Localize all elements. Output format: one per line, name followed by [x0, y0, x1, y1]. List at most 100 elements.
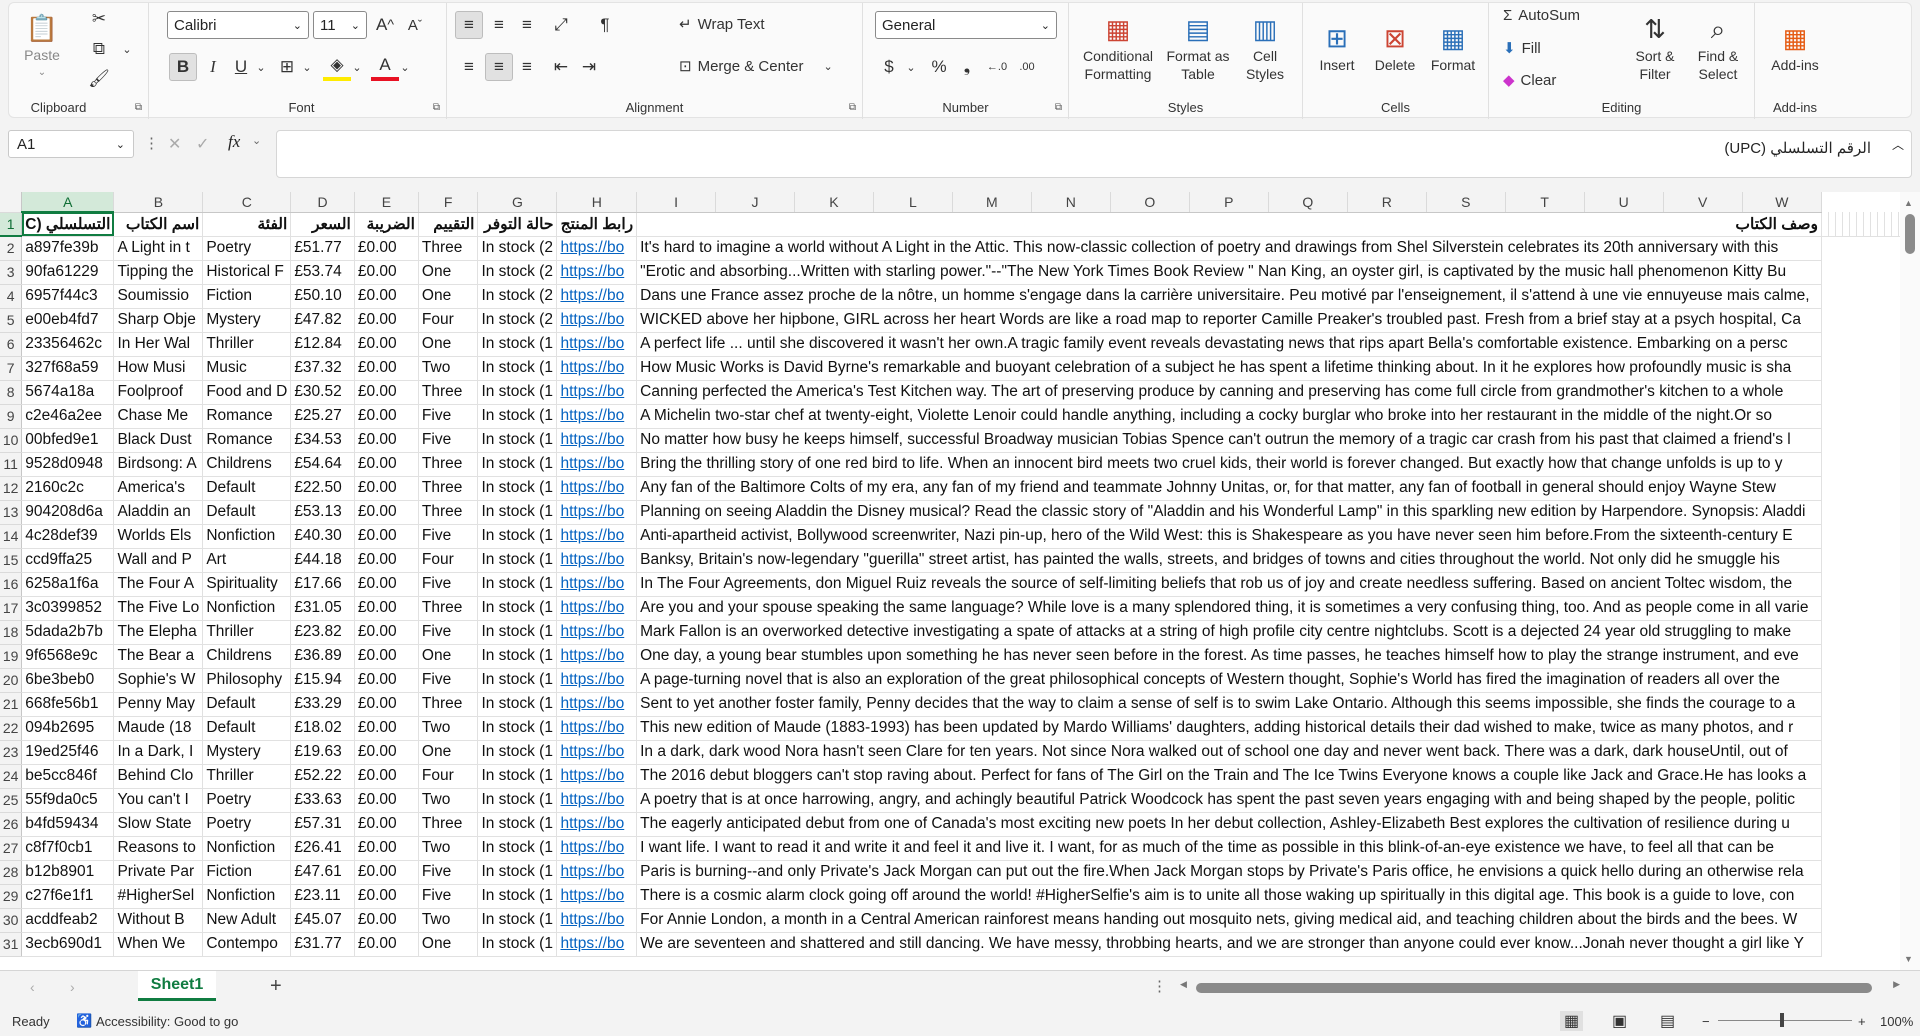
row-header[interactable]: 3	[0, 260, 23, 285]
cell-g13[interactable]: In stock (1	[477, 500, 558, 525]
cell-c30[interactable]: New Adult	[202, 908, 292, 933]
cell-f31[interactable]: One	[418, 932, 479, 957]
cell-c16[interactable]: Spirituality	[202, 572, 292, 597]
cell-f12[interactable]: Three	[418, 476, 479, 501]
cell-c18[interactable]: Thriller	[202, 620, 292, 645]
cell-m1[interactable]	[1842, 212, 1850, 237]
cell-g12[interactable]: In stock (1	[477, 476, 558, 501]
cell-b16[interactable]: The Four A	[113, 572, 204, 597]
cell-b31[interactable]: When We	[113, 932, 204, 957]
cell-i24[interactable]: The 2016 debut bloggers can't stop ravin…	[636, 764, 1822, 789]
row-header[interactable]: 31	[0, 932, 23, 957]
row-header[interactable]: 5	[0, 308, 23, 333]
cell-i31[interactable]: We are seventeen and shattered and still…	[636, 932, 1822, 957]
cell-styles-button[interactable]: ▥ Cell Styles	[1235, 7, 1295, 89]
cell-c26[interactable]: Poetry	[202, 812, 292, 837]
cell-d5[interactable]: £47.82	[290, 308, 355, 333]
cell-h6[interactable]: https://bo	[556, 332, 638, 357]
percent-icon[interactable]: %	[925, 53, 953, 81]
cell-d7[interactable]: £37.32	[290, 356, 355, 381]
cell-e10[interactable]: £0.00	[354, 428, 419, 453]
cell-c4[interactable]: Fiction	[202, 284, 292, 309]
cell-i16[interactable]: In The Four Agreements, don Miguel Ruiz …	[636, 572, 1822, 597]
cell-h4[interactable]: https://bo	[556, 284, 638, 309]
cell-c12[interactable]: Default	[202, 476, 292, 501]
cell-d23[interactable]: £19.63	[290, 740, 355, 765]
middle-align-icon[interactable]: ≡	[485, 11, 513, 39]
cell-a22[interactable]: 094b2695	[21, 716, 115, 741]
cell-b6[interactable]: In Her Wal	[113, 332, 204, 357]
cell-e9[interactable]: £0.00	[354, 404, 419, 429]
zoom-level[interactable]: 100%	[1880, 1014, 1913, 1029]
cell-c8[interactable]: Food and D	[202, 380, 292, 405]
cell-h17[interactable]: https://bo	[556, 596, 638, 621]
cell-d25[interactable]: £33.63	[290, 788, 355, 813]
cell-h13[interactable]: https://bo	[556, 500, 638, 525]
column-header-p[interactable]: P	[1189, 192, 1269, 213]
decrease-decimal-icon[interactable]: .00	[1013, 53, 1041, 81]
column-header-b[interactable]: B	[113, 192, 204, 213]
cell-f8[interactable]: Three	[418, 380, 479, 405]
cell-b5[interactable]: Sharp Obje	[113, 308, 204, 333]
copy-icon[interactable]: ⧉	[85, 35, 113, 63]
cell-d24[interactable]: £52.22	[290, 764, 355, 789]
cell-c10[interactable]: Romance	[202, 428, 292, 453]
cell-b27[interactable]: Reasons to	[113, 836, 204, 861]
cell-a20[interactable]: 6be3beb0	[21, 668, 115, 693]
cell-c9[interactable]: Romance	[202, 404, 292, 429]
cell-g26[interactable]: In stock (1	[477, 812, 558, 837]
decrease-indent-icon[interactable]: ⇤	[547, 53, 575, 81]
cell-d14[interactable]: £40.30	[290, 524, 355, 549]
format-button[interactable]: ▦ Format	[1425, 7, 1481, 89]
fill-button[interactable]: ⬇ Fill	[1503, 39, 1541, 58]
cell-i13[interactable]: Planning on seeing Aladdin the Disney mu…	[636, 500, 1822, 525]
cell-b25[interactable]: You can't I	[113, 788, 204, 813]
cell-e3[interactable]: £0.00	[354, 260, 419, 285]
horizontal-scrollbar[interactable]: ◀ ▶	[1180, 979, 1900, 993]
cell-g11[interactable]: In stock (1	[477, 452, 558, 477]
cell-s1[interactable]	[1884, 212, 1892, 237]
cell-a5[interactable]: e00eb4fd7	[21, 308, 115, 333]
cell-c25[interactable]: Poetry	[202, 788, 292, 813]
row-header[interactable]: 20	[0, 668, 23, 693]
cell-q1[interactable]	[1870, 212, 1878, 237]
paste-button[interactable]: 📋 Paste ⌄	[19, 7, 65, 87]
cell-d1[interactable]: السعر	[290, 212, 355, 237]
cell-d10[interactable]: £34.53	[290, 428, 355, 453]
format-as-table-button[interactable]: ▤ Format as Table	[1163, 7, 1233, 89]
column-header-o[interactable]: O	[1110, 192, 1190, 213]
cell-h9[interactable]: https://bo	[556, 404, 638, 429]
row-header[interactable]: 8	[0, 380, 23, 405]
add-sheet-icon[interactable]: +	[270, 975, 282, 998]
cell-f7[interactable]: Two	[418, 356, 479, 381]
cell-c5[interactable]: Mystery	[202, 308, 292, 333]
cell-e22[interactable]: £0.00	[354, 716, 419, 741]
cell-a12[interactable]: 2160c2c	[21, 476, 115, 501]
cell-c19[interactable]: Childrens	[202, 644, 292, 669]
column-header-t[interactable]: T	[1505, 192, 1585, 213]
cell-a21[interactable]: 668fe56b1	[21, 692, 115, 717]
cell-d22[interactable]: £18.02	[290, 716, 355, 741]
row-header[interactable]: 30	[0, 908, 23, 933]
cell-g22[interactable]: In stock (1	[477, 716, 558, 741]
normal-view-icon[interactable]: ▦	[1560, 1011, 1584, 1031]
cell-a25[interactable]: 55f9da0c5	[21, 788, 115, 813]
cell-i12[interactable]: Any fan of the Baltimore Colts of my era…	[636, 476, 1822, 501]
cell-c6[interactable]: Thriller	[202, 332, 292, 357]
cell-a7[interactable]: 327f68a59	[21, 356, 115, 381]
number-launcher-icon[interactable]: ⧉	[1055, 102, 1062, 113]
cell-a11[interactable]: 9528d0948	[21, 452, 115, 477]
cell-f20[interactable]: Five	[418, 668, 479, 693]
cell-a27[interactable]: c8f7f0cb1	[21, 836, 115, 861]
fx-dropdown-icon[interactable]: ⌄	[252, 134, 261, 147]
cell-h10[interactable]: https://bo	[556, 428, 638, 453]
column-header-d[interactable]: D	[290, 192, 355, 213]
cell-h31[interactable]: https://bo	[556, 932, 638, 957]
column-header-c[interactable]: C	[202, 192, 292, 213]
column-header-g[interactable]: G	[477, 192, 558, 213]
cell-c27[interactable]: Nonfiction	[202, 836, 292, 861]
column-header-a[interactable]: A	[21, 192, 115, 213]
cell-g8[interactable]: In stock (1	[477, 380, 558, 405]
cell-h14[interactable]: https://bo	[556, 524, 638, 549]
cell-d19[interactable]: £36.89	[290, 644, 355, 669]
